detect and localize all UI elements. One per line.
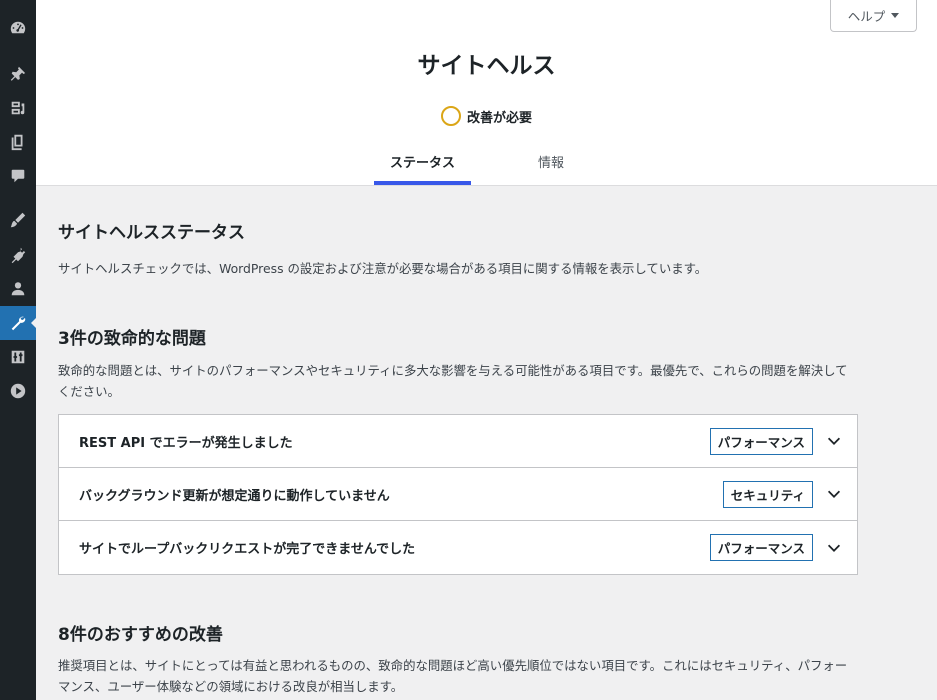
issue-title: サイトでループバックリクエストが完了できませんでした	[79, 542, 416, 557]
media-icon[interactable]	[0, 91, 36, 125]
critical-issues-list: REST API でエラーが発生しました パフォーマンス バックグラウンド更新が…	[58, 414, 858, 575]
pin-icon[interactable]	[0, 57, 36, 91]
pages-icon[interactable]	[0, 125, 36, 159]
page-title: サイトヘルス	[417, 53, 556, 79]
recommended-description: 推奨項目とは、サイトにとっては有益と思われるものの、致命的な問題ほど高い優先順位…	[58, 658, 848, 694]
chevron-down-icon[interactable]	[825, 432, 843, 450]
critical-heading: 3件の致命的な問題	[58, 329, 206, 349]
dashboard-icon[interactable]	[0, 11, 36, 45]
status-ring-icon	[440, 106, 461, 126]
caret-down-icon	[891, 13, 900, 18]
issue-row[interactable]: REST API でエラーが発生しました パフォーマンス	[59, 415, 857, 468]
issue-badge: パフォーマンス	[709, 534, 813, 561]
section-heading: サイトヘルスステータス	[58, 223, 245, 243]
help-button[interactable]: ヘルプ	[830, 0, 917, 32]
recommended-heading: 8件のおすすめの改善	[58, 625, 223, 645]
issue-row[interactable]: サイトでループバックリクエストが完了できませんでした パフォーマンス	[59, 521, 857, 574]
tab-status[interactable]: ステータス	[374, 142, 471, 185]
tab-info[interactable]: 情報	[516, 142, 586, 185]
chevron-down-icon[interactable]	[825, 539, 843, 557]
page-header: ヘルプ サイトヘルス 改善が必要 ステータス 情報	[36, 0, 937, 186]
intro-text: サイトヘルスチェックでは、WordPress の設定および注意が必要な場合がある…	[58, 261, 708, 276]
play-icon[interactable]	[0, 374, 36, 408]
appearance-icon[interactable]	[0, 203, 36, 237]
tools-icon[interactable]	[0, 306, 36, 340]
help-label: ヘルプ	[847, 9, 886, 24]
comments-icon[interactable]	[0, 159, 36, 193]
users-icon[interactable]	[0, 272, 36, 306]
settings-icon[interactable]	[0, 340, 36, 374]
issue-row[interactable]: バックグラウンド更新が想定通りに動作していません セキュリティ	[59, 468, 857, 521]
health-status: 改善が必要	[36, 106, 937, 126]
plugins-icon[interactable]	[0, 238, 36, 272]
issue-badge: セキュリティ	[722, 480, 813, 508]
issue-title: REST API でエラーが発生しました	[79, 435, 293, 451]
issue-title: バックグラウンド更新が想定通りに動作していません	[79, 488, 390, 504]
status-label: 改善が必要	[466, 110, 532, 126]
chevron-down-icon[interactable]	[825, 485, 843, 503]
critical-description: 致命的な問題とは、サイトのパフォーマンスやセキュリティに多大な影響を与える可能性…	[58, 363, 848, 399]
admin-sidebar	[0, 0, 36, 700]
issue-badge: パフォーマンス	[709, 427, 813, 455]
